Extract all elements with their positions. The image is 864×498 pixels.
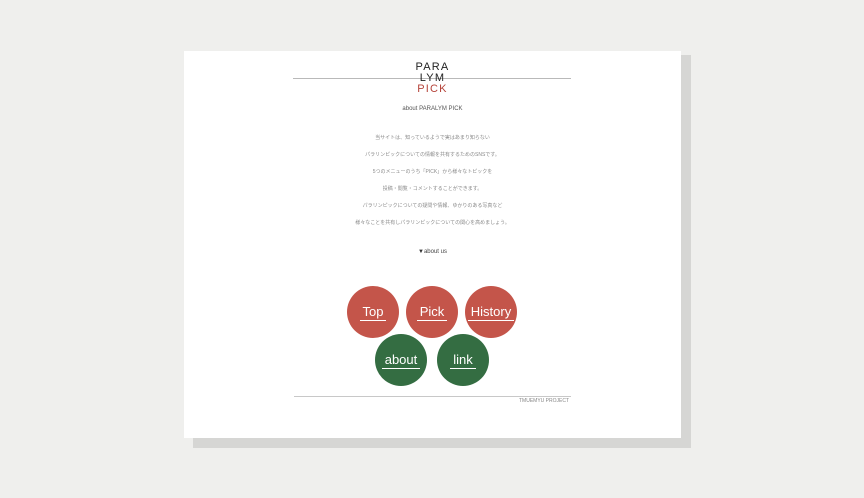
nav-about-button[interactable]: about bbox=[375, 334, 427, 386]
footer-credit: TMUEMYU PROJECT bbox=[519, 398, 569, 404]
description-line: 様々なことを共有しパラリンピックについての関心を高めましょう。 bbox=[355, 220, 510, 226]
nav-history-label: History bbox=[467, 304, 515, 321]
description-line: 5つのメニューのうち「PICK」から様々なトピックを bbox=[372, 169, 493, 175]
nav-history-button[interactable]: History bbox=[465, 286, 517, 338]
description-line: パラリンピックについての情報を共有するためのSNSです。 bbox=[365, 152, 500, 158]
nav-link-button[interactable]: link bbox=[437, 334, 489, 386]
nav-pick-label: Pick bbox=[416, 304, 448, 321]
footer-rule bbox=[294, 396, 571, 397]
nav-pick-button[interactable]: Pick bbox=[406, 286, 458, 338]
logo-line-pick: PICK bbox=[417, 83, 448, 95]
main-card: PARA LYM PICK about PARALYM PICK 当サイトは、知… bbox=[184, 51, 681, 438]
description-line: 投稿・閲覧・コメントすることができます。 bbox=[382, 186, 483, 192]
page-subtitle: about PARALYM PICK bbox=[402, 106, 463, 112]
description-line: 当サイトは、知っているようで実はあまり知らない bbox=[375, 135, 490, 141]
about-us-label: about us bbox=[423, 249, 447, 255]
nav-top-label: Top bbox=[359, 304, 387, 321]
nav-link-label: link bbox=[450, 352, 476, 369]
site-description: 当サイトは、知っているようで実はあまり知らない パラリンピックについての情報を共… bbox=[184, 130, 681, 232]
description-line: パラリンピックについての疑問や情報、ゆかりのある写真など bbox=[362, 203, 503, 209]
nav-about-label: about bbox=[381, 352, 421, 369]
about-us-link[interactable]: ▼about us bbox=[184, 249, 681, 255]
nav-top-button[interactable]: Top bbox=[347, 286, 399, 338]
